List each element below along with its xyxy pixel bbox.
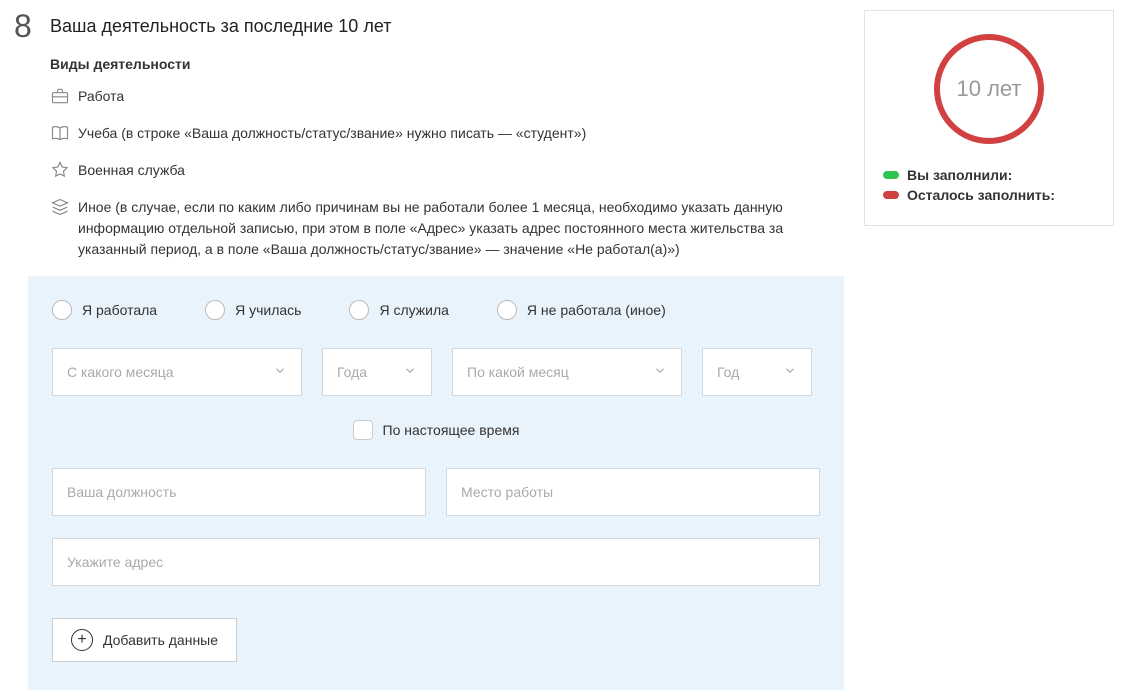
chevron-down-icon <box>403 364 417 381</box>
activity-type-study-label: Учеба (в строке «Ваша должность/статус/з… <box>78 123 606 144</box>
activity-types-heading: Виды деятельности <box>50 56 844 72</box>
position-placeholder: Ваша должность <box>67 484 176 500</box>
radio-worked[interactable]: Я работала <box>52 300 157 320</box>
add-data-button[interactable]: + Добавить данные <box>52 618 237 662</box>
section-title: Ваша деятельность за последние 10 лет <box>50 10 391 37</box>
activity-type-military-label: Военная служба <box>78 160 205 181</box>
address-placeholder: Укажите адрес <box>67 554 163 570</box>
radio-studied-label: Я училась <box>235 302 301 318</box>
briefcase-icon <box>50 86 78 106</box>
address-input[interactable]: Укажите адрес <box>52 538 820 586</box>
from-month-select[interactable]: С какого месяца <box>52 348 302 396</box>
activity-type-study: Учеба (в строке «Ваша должность/статус/з… <box>50 123 844 144</box>
radio-served[interactable]: Я служила <box>349 300 448 320</box>
legend-filled: Вы заполнили: <box>883 167 1095 183</box>
position-input[interactable]: Ваша должность <box>52 468 426 516</box>
add-data-label: Добавить данные <box>103 632 218 648</box>
radio-circle-icon <box>497 300 517 320</box>
present-checkbox[interactable] <box>353 420 373 440</box>
to-year-select[interactable]: Год <box>702 348 812 396</box>
to-month-select[interactable]: По какой месяц <box>452 348 682 396</box>
radio-served-label: Я служила <box>379 302 448 318</box>
radio-worked-label: Я работала <box>82 302 157 318</box>
legend-filled-label: Вы заполнили: <box>907 167 1012 183</box>
radio-circle-icon <box>205 300 225 320</box>
legend-pill-green <box>883 171 899 179</box>
radio-circle-icon <box>52 300 72 320</box>
radio-not-worked[interactable]: Я не работала (иное) <box>497 300 666 320</box>
activity-type-other: Иное (в случае, если по каким либо причи… <box>50 197 844 260</box>
legend-remaining-label: Осталось заполнить: <box>907 187 1055 203</box>
book-icon <box>50 123 78 143</box>
from-month-placeholder: С какого месяца <box>67 364 174 380</box>
chevron-down-icon <box>273 364 287 381</box>
activity-type-other-label: Иное (в случае, если по каким либо причи… <box>78 197 844 260</box>
from-year-select[interactable]: Года <box>322 348 432 396</box>
progress-donut: 10 лет <box>929 29 1049 149</box>
radio-not-worked-label: Я не работала (иное) <box>527 302 666 318</box>
legend-remaining: Осталось заполнить: <box>883 187 1095 203</box>
radio-studied[interactable]: Я училась <box>205 300 301 320</box>
stack-icon <box>50 197 78 217</box>
activity-type-work: Работа <box>50 86 844 107</box>
plus-icon: + <box>71 629 93 651</box>
progress-donut-label: 10 лет <box>929 29 1049 149</box>
from-year-placeholder: Года <box>337 364 367 380</box>
chevron-down-icon <box>783 364 797 381</box>
activity-form: Я работала Я училась Я служила Я не рабо… <box>28 276 844 690</box>
workplace-placeholder: Место работы <box>461 484 553 500</box>
activity-type-work-label: Работа <box>78 86 144 107</box>
workplace-input[interactable]: Место работы <box>446 468 820 516</box>
progress-card: 10 лет Вы заполнили: Осталось заполнить: <box>864 10 1114 226</box>
to-month-placeholder: По какой месяц <box>467 364 569 380</box>
to-year-placeholder: Год <box>717 364 739 380</box>
chevron-down-icon <box>653 364 667 381</box>
star-icon <box>50 160 78 180</box>
activity-type-military: Военная служба <box>50 160 844 181</box>
legend-pill-red <box>883 191 899 199</box>
radio-circle-icon <box>349 300 369 320</box>
present-label: По настоящее время <box>383 422 520 438</box>
section-number: 8 <box>0 10 50 42</box>
